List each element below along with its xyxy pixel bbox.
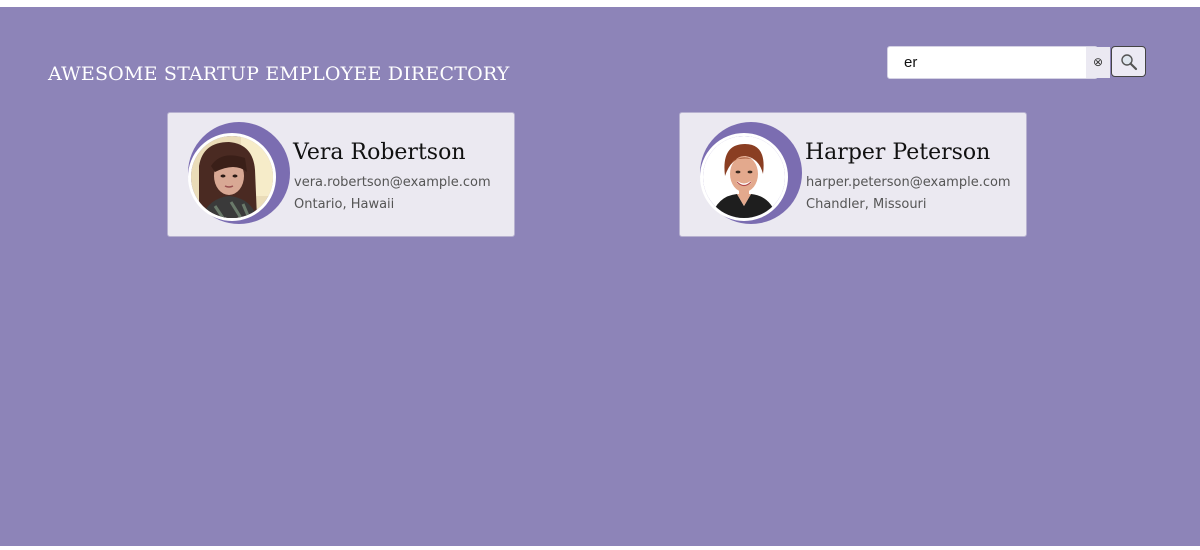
clear-search-button[interactable]: ⊗ [1086, 47, 1110, 78]
employee-card[interactable]: Vera Robertson vera.robertson@example.co… [167, 112, 515, 237]
search-form: ⊗ [887, 46, 1149, 79]
employee-location: Ontario, Hawaii [294, 197, 395, 212]
search-input[interactable] [887, 46, 1098, 79]
search-button[interactable] [1111, 46, 1146, 77]
clear-icon: ⊗ [1092, 55, 1104, 69]
avatar [188, 133, 276, 221]
avatar [700, 133, 788, 221]
employee-card[interactable]: Harper Peterson harper.peterson@example.… [679, 112, 1027, 237]
employee-email: vera.robertson@example.com [294, 175, 491, 190]
employee-location: Chandler, Missouri [806, 197, 927, 212]
employee-email: harper.peterson@example.com [806, 175, 1011, 190]
page-title: AWESOME STARTUP EMPLOYEE DIRECTORY [48, 63, 510, 85]
employee-name: Harper Peterson [805, 140, 991, 165]
magnifier-icon [1120, 53, 1137, 70]
employee-name: Vera Robertson [293, 140, 466, 165]
page-background: AWESOME STARTUP EMPLOYEE DIRECTORY ⊗ [0, 7, 1200, 546]
